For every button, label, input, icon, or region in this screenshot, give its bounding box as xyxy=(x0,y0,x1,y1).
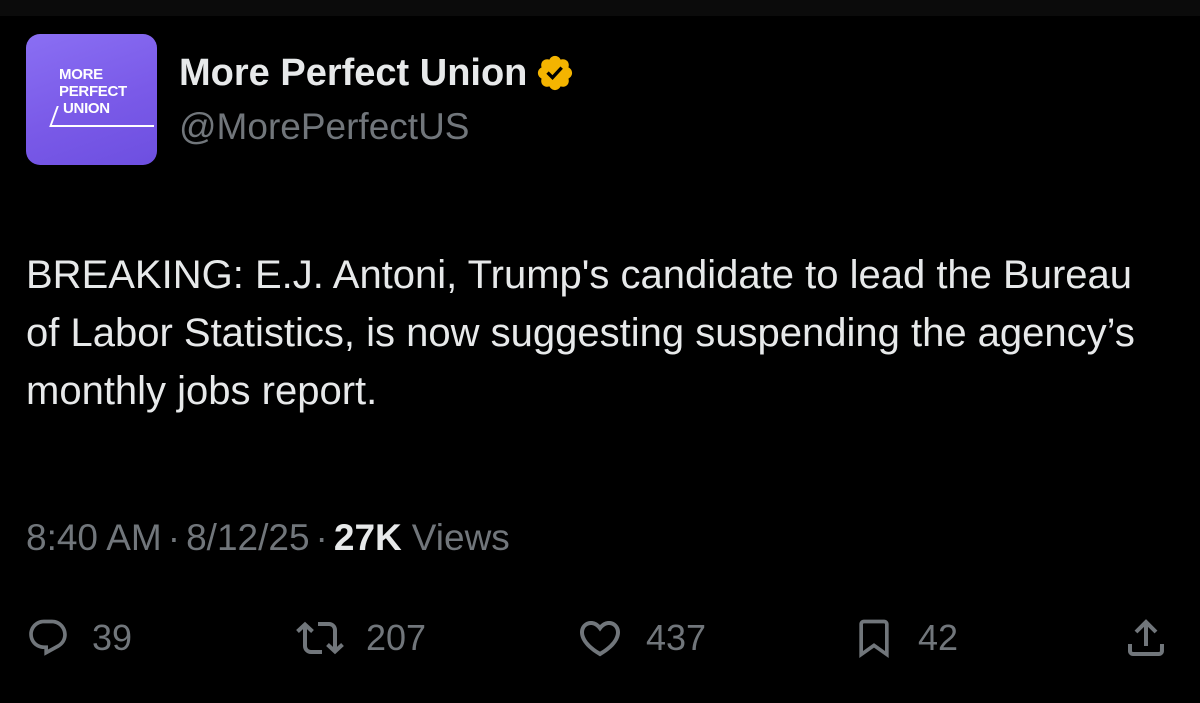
bookmark-button[interactable]: 42 xyxy=(852,610,958,666)
top-bar xyxy=(0,0,1200,16)
reply-count: 39 xyxy=(92,617,133,658)
tweet-time[interactable]: 8:40 AM xyxy=(26,517,162,559)
bookmark-count: 42 xyxy=(918,617,959,658)
tweet-date[interactable]: 8/12/25 xyxy=(186,517,309,559)
like-count: 437 xyxy=(646,617,707,658)
avatar-logo-line: UNION xyxy=(63,100,110,117)
meta-separator: · xyxy=(315,517,328,558)
repost-icon xyxy=(296,614,344,662)
avatar[interactable]: MORE PERFECT UNION xyxy=(26,34,157,165)
repost-button[interactable]: 207 xyxy=(296,610,426,666)
reply-button[interactable]: 39 xyxy=(26,610,132,666)
author-display-name[interactable]: More Perfect Union xyxy=(179,52,527,95)
avatar-logo-rule xyxy=(50,125,154,127)
author-handle[interactable]: @MorePerfectUS xyxy=(179,106,469,148)
action-bar: 39 207 437 42 xyxy=(0,610,1200,666)
verified-badge-icon[interactable] xyxy=(535,53,575,93)
views-label: Views xyxy=(411,517,510,558)
heart-icon xyxy=(576,614,624,662)
avatar-logo-line: MORE xyxy=(59,66,103,83)
repost-count: 207 xyxy=(366,617,427,658)
views-count: 27K xyxy=(333,517,402,558)
author-name-row: More Perfect Union xyxy=(179,50,575,96)
reply-icon xyxy=(26,616,70,660)
avatar-logo-slash xyxy=(49,106,59,127)
meta-separator: · xyxy=(167,517,181,558)
share-icon xyxy=(1122,614,1170,662)
avatar-logo-line: PERFECT xyxy=(59,83,127,100)
tweet-meta: 8:40 AM · 8/12/25 · 27K Views xyxy=(26,517,510,559)
share-button[interactable] xyxy=(1122,610,1170,666)
bookmark-icon xyxy=(852,614,896,662)
tweet-text: BREAKING: E.J. Antoni, Trump's candidate… xyxy=(26,253,1135,413)
like-button[interactable]: 437 xyxy=(576,610,706,666)
